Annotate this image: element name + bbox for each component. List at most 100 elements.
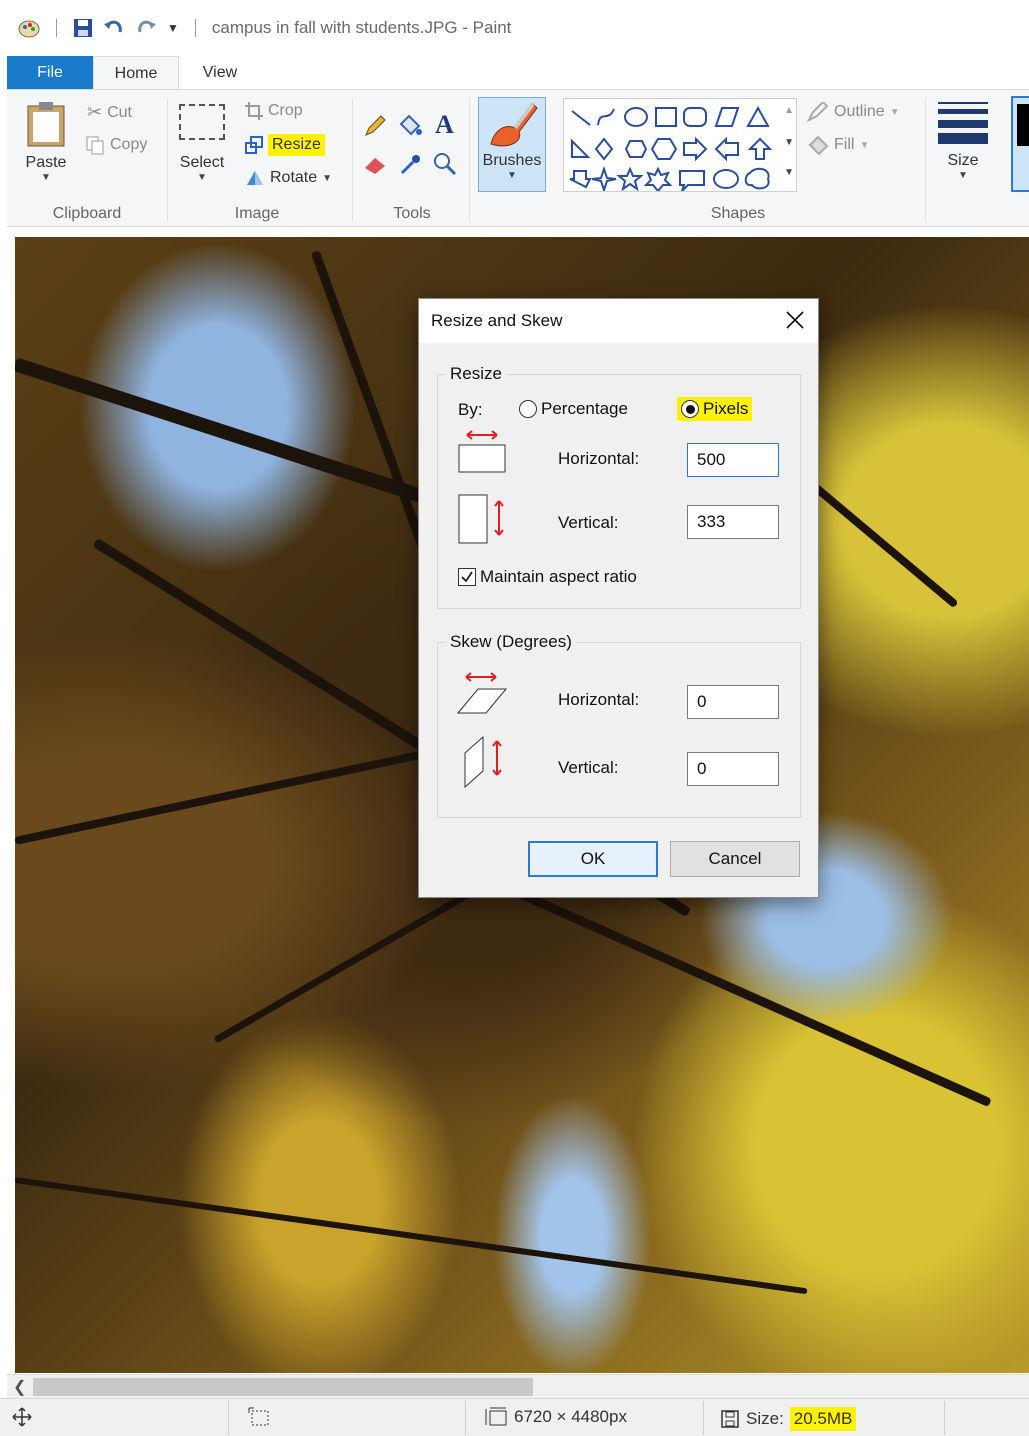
select-dropdown-icon: ▼ [197,172,207,183]
tools-group-label: Tools [393,205,431,222]
fill-bucket-icon[interactable] [397,114,423,138]
ribbon-tabs: File Home View [0,56,1029,90]
skew-horizontal-label: Horizontal: [558,690,640,709]
clipboard-icon [27,102,65,147]
status-separator [465,1401,466,1435]
dialog-title-bar: Resize and Skew [419,299,818,343]
customize-toolbar-icon[interactable]: ▼ [167,21,179,35]
scrollbar-thumb[interactable] [33,1378,533,1396]
line-size-icon [938,102,988,144]
text-tool-icon[interactable]: A [435,110,454,140]
resize-icon [245,136,263,154]
skew-horizontal-input[interactable] [687,685,779,719]
shapes-gallery[interactable]: ▲ ▼ ▼ [563,98,797,192]
resize-horizontal-input[interactable] [687,443,779,477]
scroll-left-icon[interactable]: ❮ [13,1377,26,1397]
disk-icon [721,1410,739,1428]
outline-button[interactable]: Outline ▼ [807,102,900,122]
image-dimensions-text: 6720 × 4480px [514,1407,627,1426]
cancel-button[interactable]: Cancel [670,841,800,877]
image-dimensions-icon [485,1407,507,1426]
color-1-button[interactable] [1011,96,1029,192]
branch [15,1177,808,1295]
window-title: campus in fall with students.JPG - Paint [211,18,512,37]
resize-horizontal-icon [457,427,509,480]
file-size-label: Size: [746,1409,784,1428]
separator [56,19,57,37]
skew-horizontal-icon [456,669,508,722]
shapes-scroll-down-icon[interactable]: ▼ [784,137,794,148]
crop-label: Crop [268,102,303,119]
magnifier-icon[interactable] [433,152,457,176]
file-size: Size: 20.5MB [720,1407,857,1431]
outline-dropdown-icon: ▼ [889,106,900,118]
pixels-label: Pixels [703,399,749,418]
group-separator [469,98,470,222]
resize-vertical-label: Vertical: [558,513,619,532]
fill-icon [808,135,829,155]
image-group-label: Image [234,205,280,222]
status-separator [228,1401,229,1435]
file-size-value: 20.5MB [789,1407,857,1431]
status-separator [944,1401,945,1435]
tab-view[interactable]: View [185,56,255,90]
size-button[interactable]: Size ▼ [935,102,991,181]
pencil-icon[interactable] [363,114,387,138]
copy-icon [86,136,104,155]
skew-vertical-input[interactable] [687,752,779,786]
paste-dropdown-icon: ▼ [41,172,51,183]
skew-legend: Skew (Degrees) [446,632,576,652]
copy-label: Copy [110,136,148,153]
redo-icon[interactable] [135,18,157,38]
rotate-label: Rotate [270,169,318,186]
selection-size-icon [248,1407,270,1427]
color-picker-icon[interactable] [399,152,423,176]
cut-label: Cut [107,103,132,121]
shapes-more-icon[interactable]: ▼ [784,167,794,178]
resize-vertical-input[interactable] [687,505,779,539]
skew-vertical-icon [463,735,509,796]
resize-horizontal-label: Horizontal: [558,449,640,468]
cut-button[interactable]: ✂ Cut [87,102,132,123]
tab-home[interactable]: Home [93,56,179,90]
pixels-radio[interactable]: Pixels [677,397,753,421]
paint-app-icon[interactable] [18,18,40,38]
maintain-aspect-ratio-label: Maintain aspect ratio [480,567,637,586]
paste-button[interactable]: Paste ▼ [25,100,67,183]
brushes-dropdown-icon: ▼ [507,170,517,181]
close-icon[interactable] [782,307,808,333]
outline-icon [807,102,829,122]
maintain-aspect-ratio-checkbox[interactable]: Maintain aspect ratio [458,567,637,587]
scissors-icon: ✂ [87,102,103,122]
ok-button[interactable]: OK [528,841,658,877]
percentage-radio-circle [519,400,537,418]
outline-label: Outline [834,103,885,120]
cursor-position-icon [12,1407,32,1427]
status-separator [703,1401,704,1435]
resize-skew-dialog: Resize and Skew Resize By: Percentage Pi… [418,298,819,898]
group-separator [352,98,353,222]
undo-icon[interactable] [103,18,125,38]
brushes-button[interactable]: Brushes ▼ [478,97,546,192]
rotate-button[interactable]: Rotate ▼ [245,169,332,187]
resize-vertical-icon [457,493,509,550]
separator [194,19,196,37]
tab-file[interactable]: File [7,56,93,90]
select-label: Select [179,154,225,171]
resize-button[interactable]: Resize [245,134,325,156]
crop-icon [245,102,263,120]
horizontal-scrollbar[interactable]: ❮ [7,1374,1029,1398]
select-button[interactable]: Select ▼ [179,104,225,183]
title-bar: ▼ campus in fall with students.JPG - Pai… [0,0,1029,56]
save-icon[interactable] [73,18,93,38]
dialog-title: Resize and Skew [431,311,563,330]
crop-button[interactable]: Crop [245,102,303,120]
fill-dropdown-icon: ▼ [859,139,870,151]
eraser-icon[interactable] [363,152,389,176]
copy-button[interactable]: Copy [85,135,147,155]
clipboard-group-label: Clipboard [52,205,122,222]
percentage-radio[interactable]: Percentage [519,399,628,419]
fill-button[interactable]: Fill ▼ [807,135,869,155]
branch [513,887,992,1108]
shapes-scroll-up-icon[interactable]: ▲ [784,105,794,116]
